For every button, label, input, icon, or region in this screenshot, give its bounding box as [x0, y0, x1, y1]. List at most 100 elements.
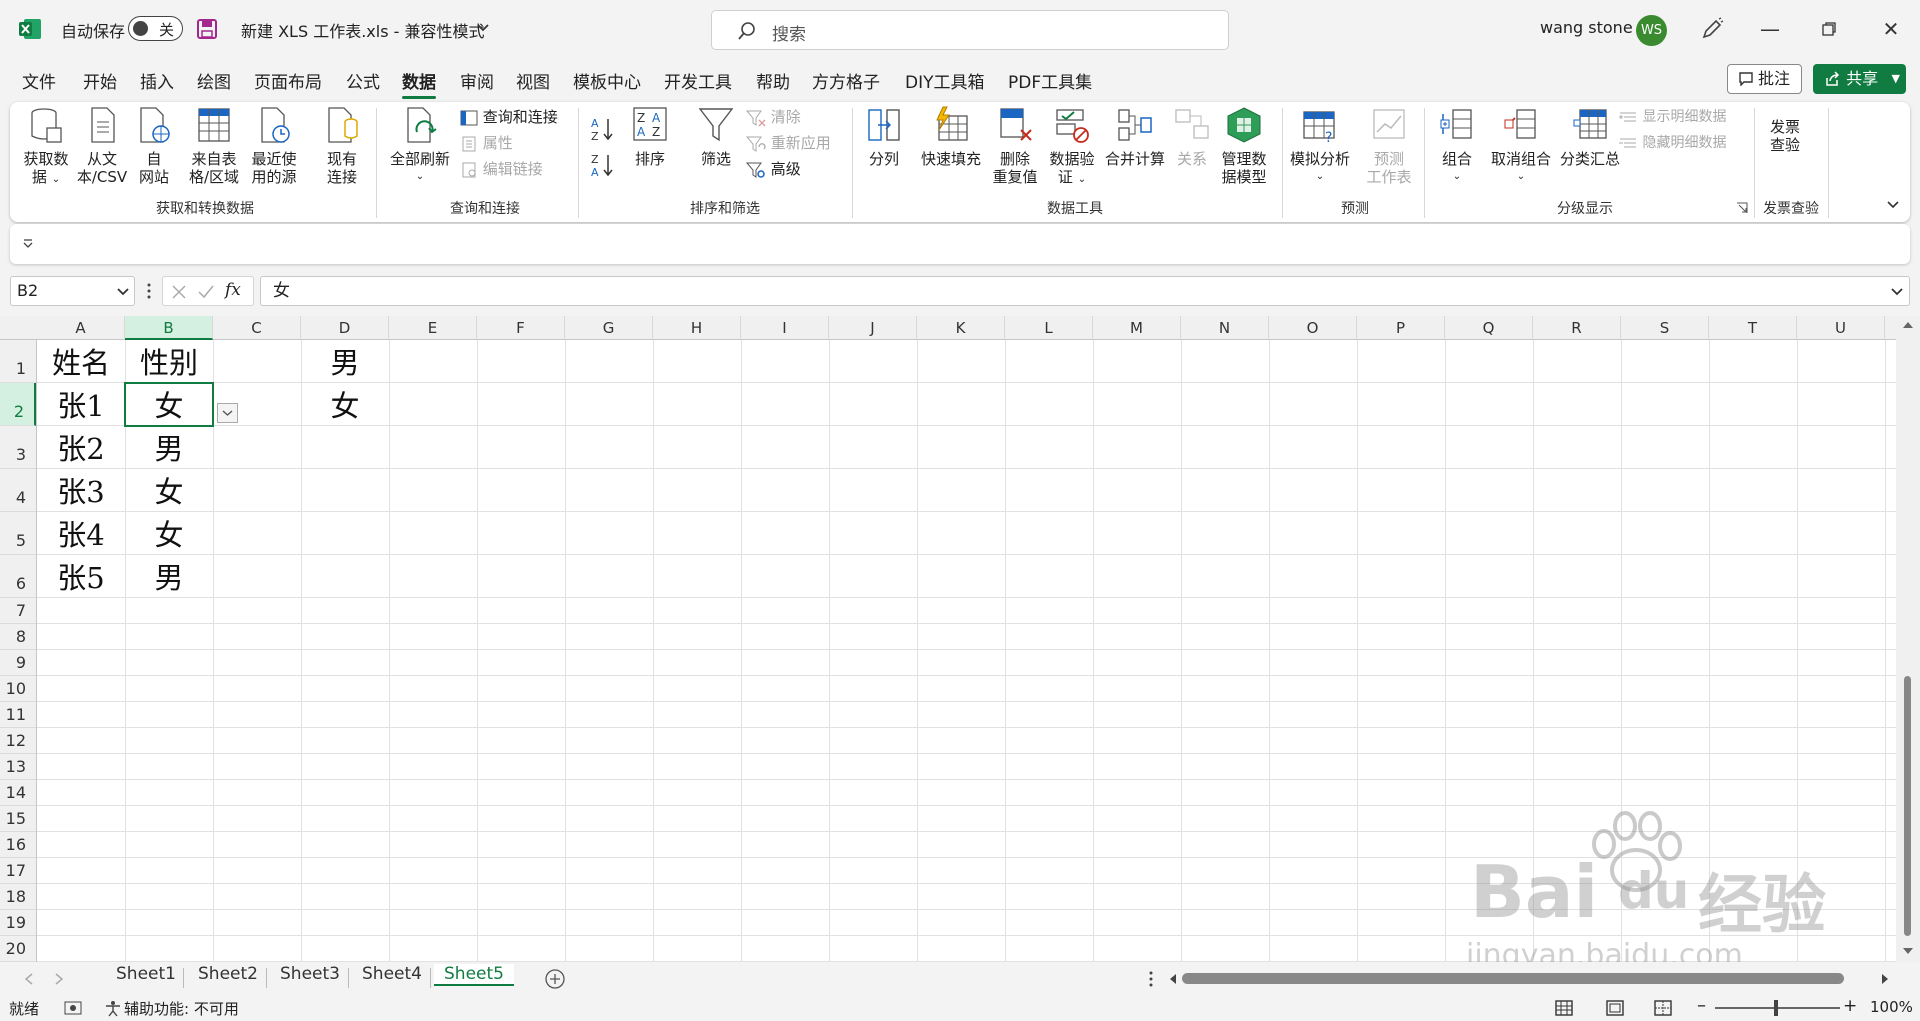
forecast-sheet-button[interactable]: 预测 工作表: [1362, 106, 1416, 186]
close-button[interactable]: ✕: [1868, 12, 1914, 46]
invoice-check-button[interactable]: 发票 查验: [1764, 118, 1806, 154]
column-header-h[interactable]: H: [653, 316, 741, 340]
row-header-19[interactable]: 19: [0, 910, 36, 936]
row-header-12[interactable]: 12: [0, 728, 36, 754]
column-header-n[interactable]: N: [1181, 316, 1269, 340]
row-header-8[interactable]: 8: [0, 624, 36, 650]
cell-a6[interactable]: 张5: [37, 555, 125, 598]
row-header-17[interactable]: 17: [0, 858, 36, 884]
tab-insert[interactable]: 插入: [140, 68, 174, 93]
sheet-tab-sheet3[interactable]: Sheet3: [280, 964, 340, 984]
column-header-d[interactable]: D: [301, 316, 389, 340]
tab-review[interactable]: 审阅: [460, 68, 494, 93]
accessibility-status[interactable]: 辅助功能: 不可用: [124, 998, 239, 1019]
hide-detail-button[interactable]: 隐藏明细数据: [1618, 132, 1726, 154]
normal-view-icon[interactable]: [1555, 1000, 1573, 1016]
group-button[interactable]: 组合 ⌄: [1434, 106, 1480, 186]
edit-links-button[interactable]: 编辑链接: [460, 158, 543, 180]
cell-b6[interactable]: 男: [125, 555, 213, 598]
sort-desc-icon[interactable]: ZA: [590, 152, 616, 178]
column-header-t[interactable]: T: [1709, 316, 1797, 340]
subtotal-button[interactable]: 分类汇总: [1558, 106, 1622, 168]
column-header-o[interactable]: O: [1269, 316, 1357, 340]
cell-a1[interactable]: 姓名: [37, 340, 125, 383]
minimize-button[interactable]: —: [1747, 12, 1793, 46]
confirm-icon[interactable]: [197, 284, 215, 300]
sort-asc-icon[interactable]: AZ: [590, 116, 616, 142]
cell-d2[interactable]: 女: [301, 383, 389, 426]
from-web-button[interactable]: 自 网站: [132, 106, 176, 186]
row-header-9[interactable]: 9: [0, 650, 36, 676]
tab-pdf-tools[interactable]: PDF工具集: [1008, 68, 1092, 93]
insert-function-button[interactable]: fx: [225, 280, 241, 300]
expand-formula-icon[interactable]: [1891, 287, 1903, 297]
tab-page-layout[interactable]: 页面布局: [254, 68, 322, 93]
row-header-6[interactable]: 6: [0, 555, 36, 598]
sheet-tab-sheet4[interactable]: Sheet4: [362, 964, 422, 984]
horizontal-scroll-thumb[interactable]: [1182, 973, 1844, 984]
row-header-16[interactable]: 16: [0, 832, 36, 858]
add-sheet-icon[interactable]: [544, 968, 566, 990]
filter-button[interactable]: 筛选: [694, 106, 738, 168]
vertical-scroll-thumb[interactable]: [1904, 676, 1911, 936]
from-table-button[interactable]: 来自表 格/区域: [186, 106, 242, 186]
tab-splitter-icon[interactable]: [1148, 971, 1154, 987]
collapse-ribbon-icon[interactable]: [1886, 200, 1900, 210]
consolidate-button[interactable]: 合并计算: [1104, 106, 1166, 168]
cell-a5[interactable]: 张4: [37, 512, 125, 555]
text-to-columns-button[interactable]: 分列: [862, 106, 906, 168]
row-header-2[interactable]: 2: [0, 383, 36, 426]
column-header-g[interactable]: G: [565, 316, 653, 340]
tab-home[interactable]: 开始: [83, 68, 117, 93]
row-header-11[interactable]: 11: [0, 702, 36, 728]
column-header-f[interactable]: F: [477, 316, 565, 340]
column-header-s[interactable]: S: [1621, 316, 1709, 340]
data-validation-button[interactable]: 数据验 证 ⌄: [1046, 106, 1098, 189]
next-sheet-icon[interactable]: [54, 973, 64, 985]
existing-connections-button[interactable]: 现有 连接: [318, 106, 366, 186]
scroll-right-icon[interactable]: [1880, 973, 1890, 985]
column-header-k[interactable]: K: [917, 316, 1005, 340]
cell-b4[interactable]: 女: [125, 469, 213, 512]
row-header-3[interactable]: 3: [0, 426, 36, 469]
worksheet-grid[interactable]: ABCDEFGHIJKLMNOPQRSTU 1 2 3 4 5 6 7 8 9 10 11 12 13 1…: [0, 316, 1920, 962]
more-options-icon[interactable]: [146, 282, 152, 300]
column-header-m[interactable]: M: [1093, 316, 1181, 340]
show-detail-button[interactable]: 显示明细数据: [1618, 106, 1726, 128]
tab-help[interactable]: 帮助: [756, 68, 790, 93]
flash-fill-button[interactable]: 快速填充: [918, 106, 984, 168]
tab-diy-toolbox[interactable]: DIY工具箱: [905, 68, 985, 93]
chevron-down-icon[interactable]: [477, 23, 489, 33]
sheet-tab-sheet1[interactable]: Sheet1: [116, 964, 176, 984]
restore-button[interactable]: [1806, 12, 1852, 46]
scroll-down-icon[interactable]: [1902, 946, 1914, 956]
tab-view[interactable]: 视图: [516, 68, 550, 93]
advanced-filter-button[interactable]: 高级: [746, 158, 801, 180]
column-header-u[interactable]: U: [1797, 316, 1885, 340]
ungroup-button[interactable]: 取消组合 ⌄: [1488, 106, 1554, 186]
page-break-view-icon[interactable]: [1654, 1000, 1672, 1016]
from-csv-button[interactable]: 从文 本/CSV: [76, 106, 128, 186]
whatif-analysis-button[interactable]: ? 模拟分析 ⌄: [1286, 106, 1354, 186]
cell-b5[interactable]: 女: [125, 512, 213, 555]
column-header-b[interactable]: B: [125, 316, 213, 340]
dialog-launcher-icon[interactable]: [1736, 202, 1748, 214]
user-name[interactable]: wang stone: [1540, 18, 1633, 37]
tab-data[interactable]: 数据: [402, 68, 436, 99]
column-header-c[interactable]: C: [213, 316, 301, 340]
reapply-button[interactable]: 重新应用: [746, 132, 831, 154]
chevron-down-icon[interactable]: [117, 287, 129, 297]
column-header-q[interactable]: Q: [1445, 316, 1533, 340]
cell-b1[interactable]: 性别: [125, 340, 213, 383]
refresh-all-button[interactable]: 全部刷新 ⌄: [388, 106, 452, 186]
formula-input[interactable]: 女: [260, 276, 1910, 306]
column-header-p[interactable]: P: [1357, 316, 1445, 340]
row-header-14[interactable]: 14: [0, 780, 36, 806]
row-header-13[interactable]: 13: [0, 754, 36, 780]
row-header-4[interactable]: 4: [0, 469, 36, 512]
tab-formulas[interactable]: 公式: [346, 68, 380, 93]
cell-a2[interactable]: 张1: [37, 383, 125, 426]
customize-quick-access-icon[interactable]: [22, 238, 34, 250]
remove-duplicates-button[interactable]: 删除 重复值: [992, 106, 1038, 186]
tab-fangfang[interactable]: 方方格子: [812, 68, 880, 93]
